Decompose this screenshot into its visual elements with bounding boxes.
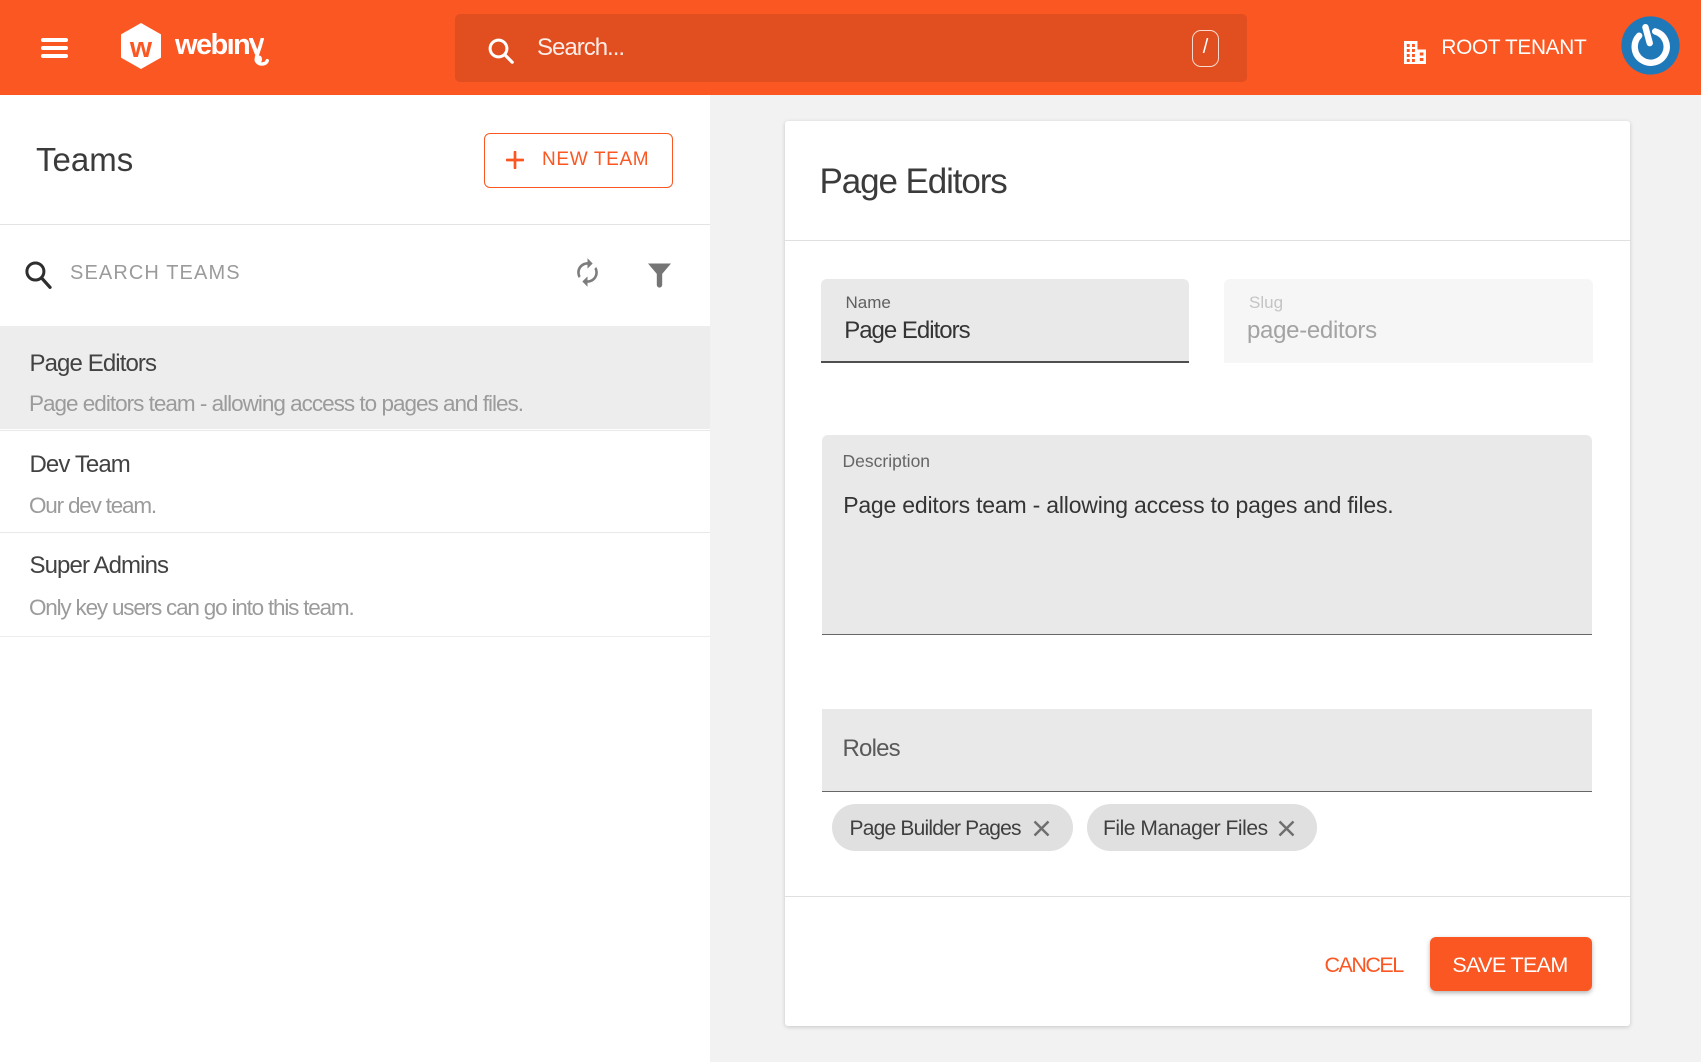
svg-text:w: w [129,32,153,64]
